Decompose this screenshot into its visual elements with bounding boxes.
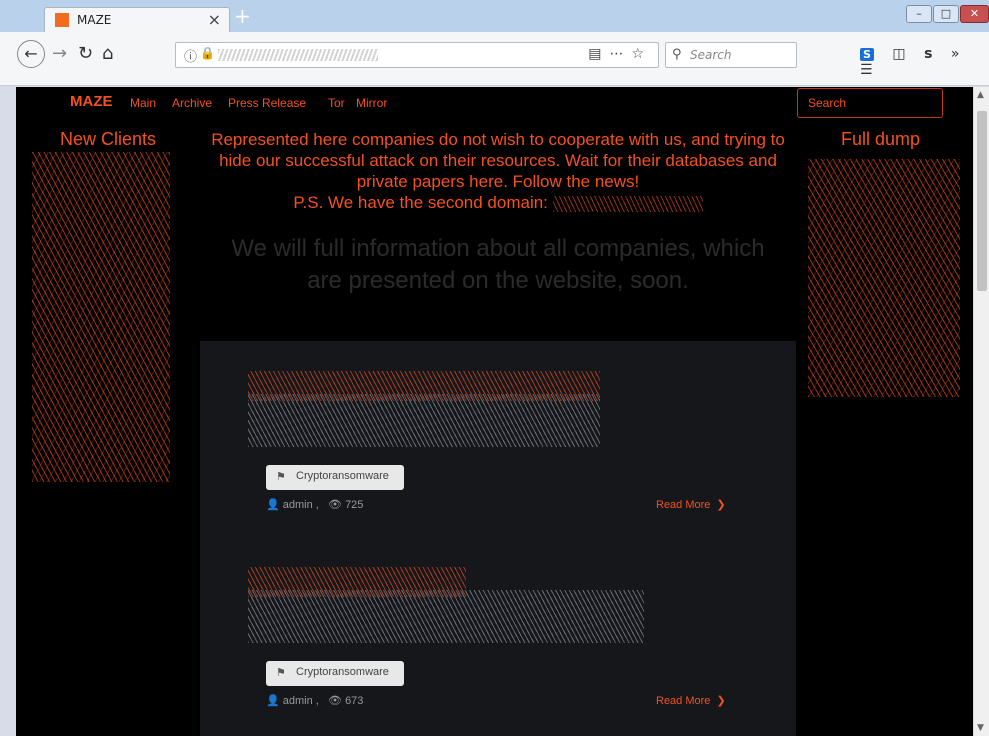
redacted-domain <box>552 195 703 212</box>
tab-close-icon[interactable]: × <box>208 10 221 29</box>
redacted-dump-list <box>808 159 960 397</box>
posts-panel: ⚑ Cryptoransomware 👤 admin , 👁 725 Read … <box>200 341 796 736</box>
post-views: 725 <box>345 499 364 511</box>
lock-icon[interactable]: 🔒 <box>200 46 215 60</box>
nav-archive[interactable]: Archive <box>172 96 212 110</box>
scrollbar-thumb[interactable] <box>977 111 987 291</box>
ransom-notice: Represented here companies do not wish t… <box>208 129 788 213</box>
minimize-button[interactable]: – <box>906 5 932 23</box>
page-actions-icon[interactable]: ⋯ <box>609 46 631 62</box>
page-scrollbar[interactable]: ▲ ▼ <box>973 87 989 736</box>
hamburger-menu-icon[interactable]: ☰ <box>860 62 873 78</box>
url-redacted <box>218 49 378 61</box>
search-placeholder: Search <box>690 48 732 62</box>
full-dump-heading: Full dump <box>841 129 921 149</box>
post-tag[interactable]: ⚑ Cryptoransomware <box>266 465 404 490</box>
skype-s-icon[interactable]: s <box>924 46 932 62</box>
search-bar[interactable]: ⚲ Search <box>665 42 797 68</box>
window-titlebar: MAZE × + – □ ✕ <box>0 0 989 32</box>
tag-icon: ⚑ <box>276 667 286 679</box>
notice-ps: P.S. We have the second domain: <box>293 193 548 212</box>
reader-view-icon[interactable]: ▤ <box>588 46 609 62</box>
post-meta: 👤 admin , 👁 673 <box>266 695 364 707</box>
tab-title: MAZE <box>77 13 112 27</box>
redacted-post-title[interactable] <box>248 371 600 447</box>
extension-s-icon[interactable]: S <box>860 48 874 61</box>
tag-label: Cryptoransomware <box>296 666 389 678</box>
back-button[interactable]: ← <box>17 40 45 68</box>
coming-soon-text: We will full information about all compa… <box>231 235 765 294</box>
redacted-clients-list <box>32 152 170 482</box>
overflow-chevron-icon[interactable]: » <box>951 46 960 62</box>
new-tab-button[interactable]: + <box>234 4 251 28</box>
address-bar-actions: ▤⋯☆ <box>588 46 652 62</box>
chevron-right-icon: ❯ <box>713 695 726 707</box>
read-more-link[interactable]: Read More ❯ <box>656 498 726 511</box>
home-button[interactable]: ⌂ <box>102 42 113 66</box>
bookmark-star-icon[interactable]: ☆ <box>631 46 652 62</box>
nav-press-release[interactable]: Press Release <box>228 96 306 110</box>
tag-icon: ⚑ <box>276 471 286 483</box>
site-search-input[interactable]: Search <box>797 88 943 118</box>
nav-mirror[interactable]: Mirror <box>356 96 387 110</box>
address-bar[interactable]: ⓘ 🔒 ▤⋯☆ <box>175 42 659 68</box>
scroll-down-icon[interactable]: ▼ <box>977 723 984 733</box>
post-views: 673 <box>345 695 364 707</box>
post-author: admin <box>282 695 313 707</box>
chevron-right-icon: ❯ <box>713 499 726 511</box>
eye-icon: 👁 <box>328 695 342 707</box>
toolbar-extensions: S ◫ s » ☰ <box>860 46 989 78</box>
read-more-label: Read More <box>656 499 711 511</box>
close-window-button[interactable]: ✕ <box>960 5 989 23</box>
post-tag[interactable]: ⚑ Cryptoransomware <box>266 661 404 686</box>
new-clients-heading: New Clients <box>60 129 157 149</box>
site-logo[interactable]: MAZE <box>70 93 113 110</box>
nav-tor[interactable]: Tor <box>328 96 345 110</box>
read-more-label: Read More <box>656 695 711 707</box>
browser-toolbar: ← → ↻ ⌂ ⓘ 🔒 ▤⋯☆ ⚲ Search S ◫ s » ☰ <box>0 32 989 86</box>
forward-button[interactable]: → <box>52 42 67 66</box>
user-icon: 👤 <box>266 499 280 511</box>
reload-button[interactable]: ↻ <box>78 42 93 66</box>
notice-text: Represented here companies do not wish t… <box>211 130 785 191</box>
browser-tab[interactable]: MAZE × <box>44 7 230 32</box>
scroll-up-icon[interactable]: ▲ <box>977 90 984 100</box>
post-meta: 👤 admin , 👁 725 <box>266 499 364 511</box>
info-icon[interactable]: ⓘ <box>184 46 197 65</box>
user-icon: 👤 <box>266 695 280 707</box>
favicon-icon <box>55 13 69 27</box>
page-viewport: MAZE Main Archive Press Release Tor Mirr… <box>16 87 973 736</box>
tag-label: Cryptoransomware <box>296 470 389 482</box>
maximize-button[interactable]: □ <box>933 5 959 23</box>
read-more-link[interactable]: Read More ❯ <box>656 694 726 707</box>
search-icon: ⚲ <box>672 47 682 62</box>
eye-icon: 👁 <box>328 499 342 511</box>
nav-main[interactable]: Main <box>130 96 156 110</box>
redacted-post-title[interactable] <box>248 567 644 643</box>
sidebar-icon[interactable]: ◫ <box>892 46 905 62</box>
post-author: admin <box>282 499 313 511</box>
